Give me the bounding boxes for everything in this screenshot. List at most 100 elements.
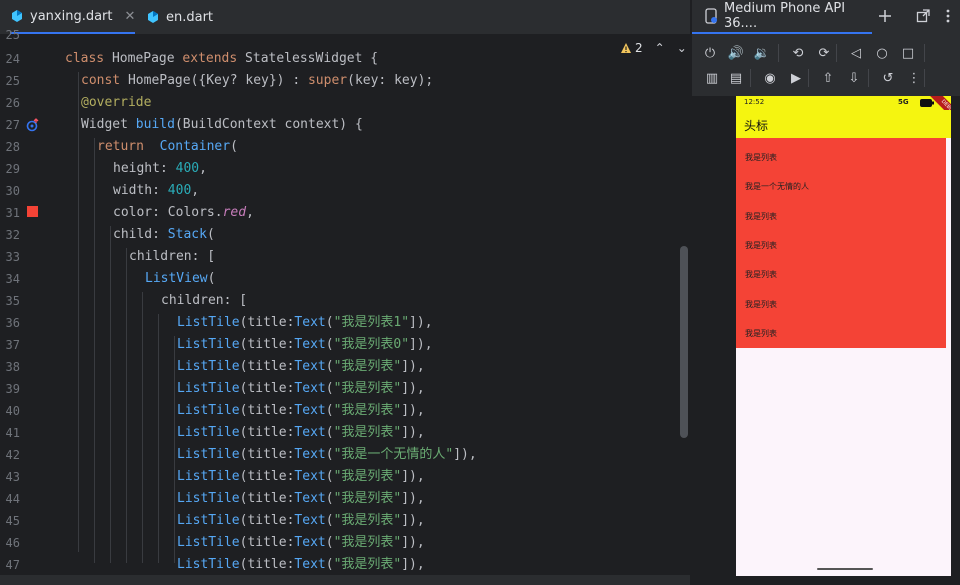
- code-token: Text: [294, 469, 326, 484]
- emulator-viewport[interactable]: 12:52 5G DEBUG 头标 我是列表 我是一个无情的人 我是列表 我是列表 我是…: [692, 96, 960, 585]
- code-token: (title:: [239, 535, 295, 550]
- code-token: return: [97, 139, 160, 154]
- code-token: ListTile: [177, 535, 240, 550]
- code-line[interactable]: ListTile(title:Text("我是列表1"]),: [177, 312, 433, 334]
- upload-icon[interactable]: ⇧: [820, 70, 836, 86]
- volume-up-icon[interactable]: 🔊: [728, 45, 744, 61]
- code-line[interactable]: const HomePage({Key? key}) : super(key: …: [81, 70, 433, 92]
- code-token: ,: [246, 205, 254, 220]
- line-number: 25: [5, 74, 20, 88]
- code-line[interactable]: class HomePage extends StatelessWidget {: [65, 48, 378, 70]
- prev-highlight-icon[interactable]: ⌃: [655, 41, 665, 55]
- code-line[interactable]: ListTile(title:Text("我是列表"]),: [177, 488, 425, 510]
- display-icon[interactable]: ▤: [728, 70, 744, 86]
- phone-screen[interactable]: 12:52 5G DEBUG 头标 我是列表 我是一个无情的人 我是列表 我是列表 我是…: [736, 96, 951, 576]
- record-icon[interactable]: ▶: [788, 70, 804, 86]
- code-line[interactable]: ListTile(title:Text("我是列表"]),: [177, 378, 425, 400]
- code-line[interactable]: ListTile(title:Text("我是列表"]),: [177, 400, 425, 422]
- code-token: super: [307, 73, 348, 88]
- line-number: 26: [5, 96, 20, 110]
- code-token: "我是列表": [333, 535, 402, 550]
- list-tile[interactable]: 我是列表: [745, 299, 777, 310]
- detach-window-icon[interactable]: [915, 8, 931, 24]
- code-line[interactable]: child: Stack(: [113, 224, 215, 246]
- line-number: 45: [5, 514, 20, 528]
- options-menu-icon[interactable]: [940, 8, 956, 24]
- volume-down-icon[interactable]: 🔉: [754, 45, 770, 61]
- power-icon[interactable]: ⏻: [702, 45, 718, 61]
- code-token: (title:: [239, 315, 295, 330]
- rotate-right-icon[interactable]: ⟳: [816, 45, 832, 61]
- home-icon[interactable]: ○: [874, 45, 890, 61]
- code-line[interactable]: ListTile(title:Text("我是列表0"]),: [177, 334, 433, 356]
- code-line[interactable]: width: 400,: [113, 180, 199, 202]
- add-device-icon[interactable]: [877, 8, 893, 24]
- color-swatch-icon[interactable]: [27, 206, 38, 217]
- snapshot-icon[interactable]: ↺: [880, 70, 896, 86]
- rotate-left-icon[interactable]: ⟲: [790, 45, 806, 61]
- code-token: (: [325, 469, 334, 484]
- indent-guide: [110, 226, 111, 563]
- code-token: "我是列表": [333, 381, 402, 396]
- camera-icon[interactable]: ◉: [762, 70, 778, 86]
- code-line[interactable]: @override: [81, 92, 151, 114]
- line-number: 36: [5, 316, 20, 330]
- overview-icon[interactable]: □: [900, 45, 916, 61]
- code-token: 400: [175, 161, 200, 176]
- list-tile[interactable]: 我是列表: [745, 211, 777, 222]
- code-line[interactable]: height: 400,: [113, 158, 207, 180]
- code-line[interactable]: ListTile(title:Text("我是列表"]),: [177, 466, 425, 488]
- code-token: color: Colors.: [113, 205, 223, 220]
- line-number: 27: [5, 118, 20, 132]
- tab-medium-phone[interactable]: Medium Phone API 36....: [692, 0, 872, 34]
- fold-icon[interactable]: ▥: [704, 70, 720, 86]
- code-line[interactable]: children: [: [129, 246, 215, 268]
- code-line[interactable]: ListTile(title:Text("我是列表"]),: [177, 422, 425, 444]
- code-token: (title:: [239, 403, 295, 418]
- code-token: ListTile: [177, 403, 240, 418]
- code-line[interactable]: ListTile(title:Text("我是列表"]),: [177, 532, 425, 554]
- inspection-widget[interactable]: 2 ⌃ ⌄: [620, 41, 687, 55]
- close-tab-icon[interactable]: ✕: [125, 9, 136, 24]
- gesture-handle[interactable]: [817, 568, 873, 570]
- code-line[interactable]: ListTile(title:Text("我是列表"]),: [177, 510, 425, 532]
- code-token: ListTile: [177, 337, 240, 352]
- code-area[interactable]: class HomePage extends StatelessWidget {…: [62, 34, 690, 585]
- more-icon[interactable]: ⋮: [906, 70, 922, 86]
- code-token: width:: [113, 183, 168, 198]
- android-status-bar: 12:52 5G: [736, 96, 951, 110]
- code-token: 400: [167, 183, 192, 198]
- line-number: 43: [5, 470, 20, 484]
- next-highlight-icon[interactable]: ⌄: [677, 41, 687, 55]
- status-time: 12:52: [744, 98, 765, 106]
- code-token: ]),: [409, 315, 433, 330]
- code-line[interactable]: ListTile(title:Text("我是列表"]),: [177, 554, 425, 576]
- code-token: ListTile: [177, 557, 240, 572]
- code-token: Text: [294, 535, 326, 550]
- code-editor[interactable]: yanxing.dart ✕ en.dart 25 24 25 26 27 28 29 30 3…: [0, 0, 690, 585]
- code-token: "我是列表": [333, 359, 402, 374]
- code-line[interactable]: return Container(: [97, 136, 238, 158]
- code-line[interactable]: ListTile(title:Text("我是一个无情的人"]),: [177, 444, 477, 466]
- list-tile[interactable]: 我是列表: [745, 328, 777, 339]
- code-line[interactable]: ListTile(title:Text("我是列表"]),: [177, 356, 425, 378]
- download-icon[interactable]: ⇩: [846, 70, 862, 86]
- vertical-scrollbar[interactable]: [680, 246, 688, 438]
- code-line[interactable]: children: [: [161, 290, 247, 312]
- list-tile[interactable]: 我是列表: [745, 152, 777, 163]
- line-number-gutter: 25 24 25 26 27 28 29 30 31 32 33 34 35 36 37 38 39 40 41 42…: [0, 28, 62, 585]
- code-line[interactable]: color: Colors.red,: [113, 202, 254, 224]
- code-line[interactable]: Widget build(BuildContext context) {: [81, 114, 363, 136]
- line-number: 25: [5, 28, 20, 42]
- list-tile[interactable]: 我是列表: [745, 240, 777, 251]
- code-token: Text: [294, 315, 326, 330]
- list-tile[interactable]: 我是一个无情的人: [745, 181, 809, 192]
- toolbar-separator: [750, 69, 751, 87]
- tab-yanxing-dart[interactable]: yanxing.dart ✕: [10, 0, 136, 34]
- battery-icon: [920, 99, 934, 107]
- tab-en-dart[interactable]: en.dart: [146, 0, 213, 34]
- override-icon[interactable]: [26, 117, 40, 132]
- code-line[interactable]: ListView(: [145, 268, 215, 290]
- list-tile[interactable]: 我是列表: [745, 269, 777, 280]
- back-icon[interactable]: ◁: [848, 45, 864, 61]
